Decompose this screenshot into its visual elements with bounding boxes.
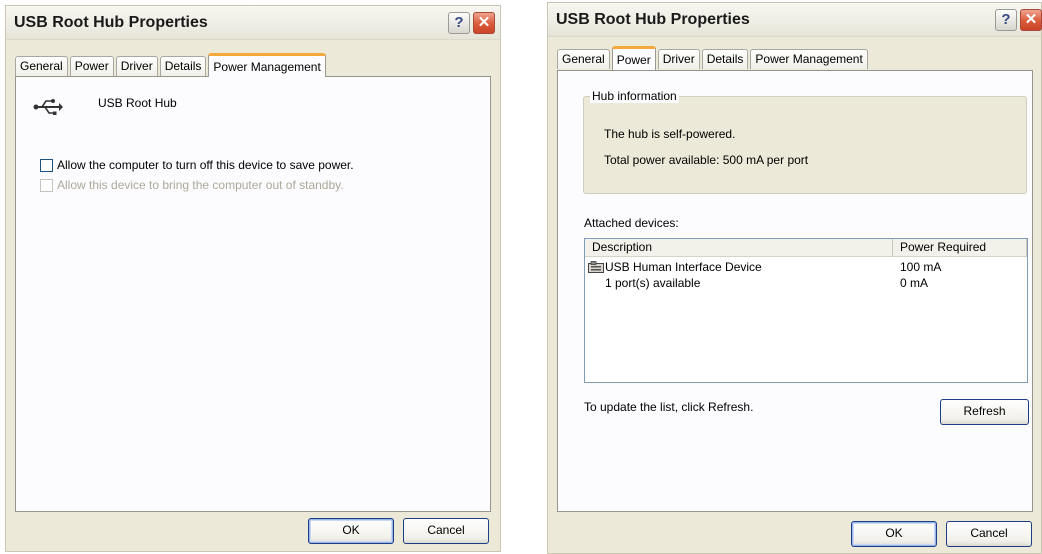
help-button[interactable]: ?	[448, 12, 470, 34]
ok-button[interactable]: OK	[851, 521, 937, 547]
ok-button[interactable]: OK	[308, 518, 394, 544]
turn-off-checkbox[interactable]	[40, 158, 53, 172]
attached-devices-list[interactable]: Description Power Required USB Human Int…	[584, 238, 1028, 383]
tab-general[interactable]: General	[15, 56, 68, 76]
tab-panel-power-management: USB Root Hub Allow the computer to turn …	[15, 76, 491, 512]
device-name: USB Root Hub	[98, 96, 177, 110]
title-bar[interactable]: USB Root Hub Properties ? ✕	[6, 6, 500, 40]
cancel-button[interactable]: Cancel	[403, 518, 489, 544]
row-description: 1 port(s) available	[605, 276, 701, 290]
refresh-button[interactable]: Refresh	[940, 399, 1029, 425]
tab-power-management[interactable]: Power Management	[750, 49, 868, 69]
update-hint-text: To update the list, click Refresh.	[584, 400, 754, 414]
tab-details[interactable]: Details	[159, 56, 207, 76]
tab-driver[interactable]: Driver	[657, 49, 700, 69]
turn-off-label[interactable]: Allow the computer to turn off this devi…	[57, 158, 354, 172]
cancel-button[interactable]: Cancel	[946, 521, 1032, 547]
hid-device-icon	[588, 261, 604, 273]
column-header-power-required[interactable]: Power Required	[893, 239, 1027, 257]
dialog-title: USB Root Hub Properties	[556, 11, 750, 28]
tab-strip: General Power Driver Details Power Manag…	[15, 53, 328, 77]
list-header: Description Power Required	[585, 239, 1027, 257]
tab-details[interactable]: Details	[701, 49, 749, 69]
tab-driver[interactable]: Driver	[115, 56, 158, 76]
turn-off-option[interactable]: Allow the computer to turn off this devi…	[40, 157, 354, 173]
row-description: USB Human Interface Device	[605, 260, 762, 274]
usb-trident-icon	[33, 99, 63, 115]
tab-strip: General Power Driver Details Power Manag…	[557, 46, 870, 70]
power-dialog: USB Root Hub Properties ? ✕ General Powe…	[547, 2, 1042, 554]
close-button[interactable]: ✕	[473, 12, 495, 34]
tab-power-management[interactable]: Power Management	[208, 53, 326, 77]
tab-power[interactable]: Power	[611, 46, 656, 70]
self-powered-text: The hub is self-powered.	[604, 127, 736, 141]
wake-label: Allow this device to bring the computer …	[57, 178, 344, 192]
help-button[interactable]: ?	[995, 9, 1017, 31]
row-power: 100 mA	[900, 260, 942, 274]
attached-devices-label: Attached devices:	[584, 216, 679, 230]
column-header-description[interactable]: Description	[585, 239, 893, 257]
wake-option: Allow this device to bring the computer …	[40, 177, 344, 193]
tab-panel-power: Hub information The hub is self-powered.…	[557, 70, 1033, 512]
wake-checkbox	[40, 178, 53, 192]
title-bar[interactable]: USB Root Hub Properties ? ✕	[548, 3, 1042, 37]
total-power-text: Total power available: 500 mA per port	[604, 153, 809, 167]
row-power: 0 mA	[900, 276, 929, 290]
dialog-title: USB Root Hub Properties	[14, 14, 208, 31]
tab-general[interactable]: General	[557, 49, 610, 69]
hub-information-legend: Hub information	[590, 89, 679, 103]
hub-information-group: Hub information The hub is self-powered.…	[583, 89, 1027, 194]
close-button[interactable]: ✕	[1020, 9, 1042, 31]
power-management-dialog: USB Root Hub Properties ? ✕ General Powe…	[5, 5, 501, 552]
tab-power[interactable]: Power	[69, 56, 114, 76]
